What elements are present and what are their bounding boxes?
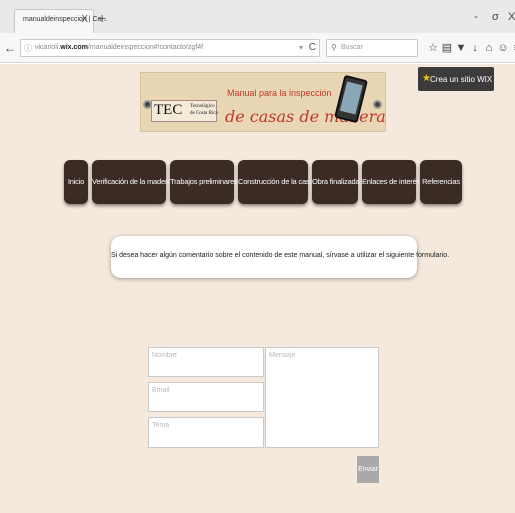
url-dropdown-icon[interactable]: ▾ [299, 43, 303, 52]
wix-badge-label: Crea un sitio WIX [430, 75, 493, 84]
decorative-wheel-icon [373, 100, 382, 109]
name-placeholder: Nombre [152, 352, 177, 359]
profile-icon[interactable]: ☺ [496, 42, 510, 54]
pocket-icon[interactable]: ▼ [454, 42, 468, 54]
search-input[interactable]: ⚲ Buscar [326, 39, 418, 57]
home-icon[interactable]: ⌂ [482, 42, 496, 54]
header-banner: TEC Tecnológico de Costa Rica Manual par… [140, 72, 386, 132]
banner-subtitle: Manual para la inspección [227, 88, 332, 98]
search-placeholder: Buscar [341, 44, 363, 51]
menu-item-construccion[interactable]: Construcción de la casa [238, 160, 314, 204]
message-placeholder: Mensaje [269, 352, 296, 359]
menu-item-enlaces[interactable]: Enlaces de interés [362, 160, 420, 204]
maximize-button[interactable]: σ [492, 11, 499, 23]
banner-title: de casas de madera [225, 107, 386, 126]
reload-icon[interactable]: C [309, 42, 316, 53]
download-icon[interactable]: ↓ [468, 42, 482, 54]
menu-icon[interactable]: ≡ [510, 42, 515, 54]
comment-info-text: Si desea hacer algún comentario sobre el… [111, 252, 450, 259]
page-body: TEC Tecnológico de Costa Rica Manual par… [0, 64, 515, 513]
tab-close-icon[interactable]: X [81, 14, 88, 25]
bookmark-star-icon[interactable]: ☆ [426, 41, 440, 54]
menu-item-verificacion[interactable]: Verificación de la madera [92, 160, 171, 204]
menu-item-referencias[interactable]: Referencias [420, 160, 462, 204]
wix-create-site-badge[interactable]: ★ Crea un sitio WIX [418, 67, 494, 91]
message-field[interactable]: Mensaje [265, 347, 379, 448]
name-field[interactable]: Nombre [148, 347, 264, 377]
new-tab-button[interactable]: + [98, 11, 106, 25]
info-icon[interactable]: ⓘ [24, 43, 32, 54]
tec-logo: TEC Tecnológico de Costa Rica [151, 100, 218, 122]
email-placeholder: Email [152, 387, 170, 394]
comment-info-box: Si desea hacer algún comentario sobre el… [111, 236, 450, 278]
subject-field[interactable]: Tema [148, 417, 264, 448]
close-window-button[interactable]: X [508, 11, 515, 23]
menu-item-trabajos[interactable]: Trabajos preliminares [170, 160, 238, 204]
main-menu: Inicio Verificación de la madera Trabajo… [64, 160, 464, 204]
back-arrow-icon[interactable]: ← [4, 41, 16, 55]
menu-item-obra-finalizada[interactable]: Obra finalizada [312, 160, 360, 204]
browser-tab[interactable]: manualdeinspeccion | Co... X [14, 9, 107, 33]
send-button[interactable]: Enviar [357, 456, 379, 483]
tab-title: manualdeinspeccion | Co... [23, 16, 108, 23]
tec-logo-text: TEC [154, 102, 183, 118]
browser-nav-bar: ← ⓘ vicarioli.wix.com/manualdeinspeccion… [0, 33, 515, 63]
browser-tab-bar: manualdeinspeccion | Co... X + - σ X [0, 0, 515, 33]
subject-placeholder: Tema [152, 422, 170, 429]
tec-logo-subtitle: Tecnológico de Costa Rica [190, 104, 218, 116]
minimize-button[interactable]: - [474, 11, 478, 23]
url-text: vicarioli.wix.com/manualdeinspeccion#!co… [35, 44, 204, 51]
toolbar-icons: ☆▤▼↓⌂☺≡ [426, 41, 515, 54]
email-field[interactable]: Email [148, 382, 264, 412]
address-bar[interactable]: ⓘ vicarioli.wix.com/manualdeinspeccion#!… [20, 39, 320, 57]
search-icon: ⚲ [331, 43, 337, 52]
reading-list-icon[interactable]: ▤ [440, 41, 454, 54]
menu-item-inicio[interactable]: Inicio [64, 160, 88, 204]
